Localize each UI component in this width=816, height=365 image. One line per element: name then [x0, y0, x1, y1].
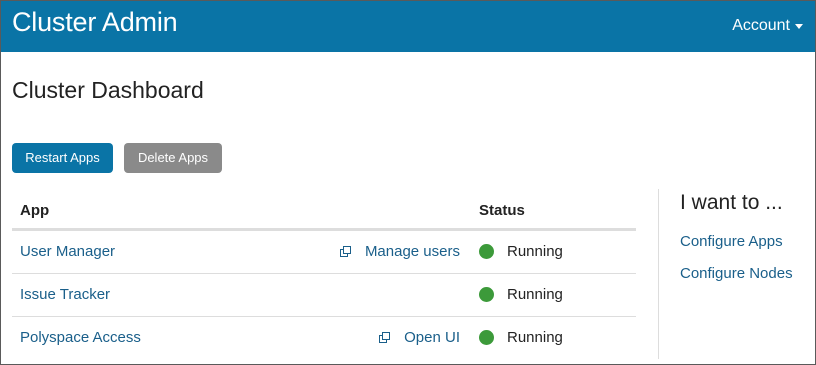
app-name-link[interactable]: Polyspace Access: [20, 329, 141, 346]
app-name-link[interactable]: User Manager: [20, 243, 115, 260]
configure-apps-link[interactable]: Configure Apps: [680, 233, 783, 250]
open-ui-link[interactable]: Open UI: [379, 329, 460, 346]
top-navbar: Cluster Admin Account: [1, 1, 815, 52]
apps-table: App Status User Manager Manage users Run…: [12, 189, 636, 360]
status-dot-icon: [479, 330, 494, 345]
status-dot-icon: [479, 244, 494, 259]
account-label: Account: [732, 17, 790, 34]
table-row: Issue Tracker Running: [12, 274, 636, 317]
status-text: Running: [507, 329, 563, 346]
configure-nodes-link[interactable]: Configure Nodes: [680, 265, 793, 282]
app-action-label: Open UI: [404, 329, 460, 346]
app-name-link[interactable]: Issue Tracker: [20, 286, 110, 303]
table-header: App Status: [12, 189, 636, 231]
sidebar-title: I want to ...: [680, 191, 783, 214]
app-action-label: Manage users: [364, 243, 460, 260]
status-cell: Running: [479, 329, 563, 346]
table-row: User Manager Manage users Running: [12, 231, 636, 274]
status-text: Running: [507, 286, 563, 303]
column-header-status: Status: [479, 202, 525, 219]
account-menu[interactable]: Account: [732, 17, 803, 35]
delete-apps-button[interactable]: Delete Apps: [124, 143, 222, 173]
manage-users-link[interactable]: Manage users: [339, 243, 460, 260]
sidebar-divider: [658, 189, 659, 359]
restart-apps-button[interactable]: Restart Apps: [12, 143, 113, 173]
page-title: Cluster Dashboard: [12, 77, 204, 103]
external-link-icon: [379, 332, 391, 343]
caret-down-icon: [795, 24, 803, 29]
status-dot-icon: [479, 287, 494, 302]
status-cell: Running: [479, 243, 563, 260]
app-brand[interactable]: Cluster Admin: [12, 7, 178, 38]
column-header-app: App: [20, 202, 50, 219]
external-link-icon: [339, 246, 351, 257]
status-cell: Running: [479, 286, 563, 303]
status-text: Running: [507, 243, 563, 260]
table-row: Polyspace Access Open UI Running: [12, 317, 636, 360]
